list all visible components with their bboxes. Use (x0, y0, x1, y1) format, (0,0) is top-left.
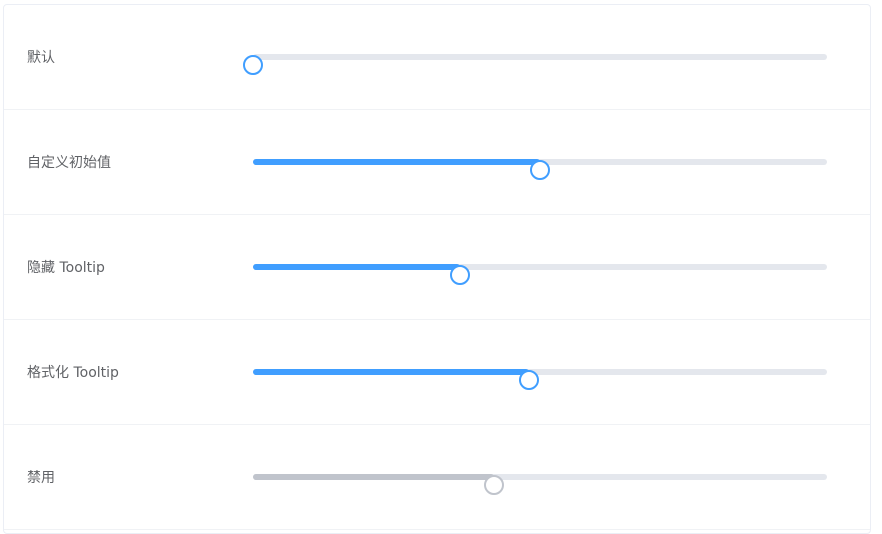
slider-bar (253, 159, 540, 165)
slider-runway[interactable] (243, 54, 827, 75)
slider-label: 自定义初始值 (27, 155, 111, 171)
slider-row-default: 默认 (4, 5, 870, 110)
slider-thumb[interactable] (449, 265, 470, 285)
slider-label: 禁用 (27, 470, 55, 486)
slider-bar (253, 369, 529, 375)
default-slider[interactable] (243, 46, 827, 75)
slider-bar (253, 474, 495, 480)
format-tooltip-slider[interactable] (253, 361, 827, 390)
slider-row-format-tooltip: 格式化 Tooltip (4, 320, 870, 425)
slider-thumb[interactable] (243, 55, 263, 75)
slider-row-disabled: 禁用 (4, 425, 870, 530)
slider-label: 默认 (27, 50, 55, 66)
slider-thumb[interactable] (530, 160, 550, 180)
slider-runway (253, 474, 827, 495)
slider-runway[interactable] (253, 159, 827, 180)
slider-demo-panel: 默认 自定义初始值 隐藏 Tooltip 格式化 Tooltip 禁用 (3, 4, 871, 534)
slider-thumb[interactable] (518, 370, 539, 390)
slider-runway[interactable] (253, 264, 827, 285)
slider-label: 格式化 Tooltip (27, 365, 119, 381)
disabled-slider (253, 466, 827, 495)
slider-row-initial-value: 自定义初始值 (4, 110, 870, 215)
initial-value-slider[interactable] (253, 151, 827, 180)
hide-tooltip-slider[interactable] (253, 256, 827, 285)
slider-row-hide-tooltip: 隐藏 Tooltip (4, 215, 870, 320)
slider-label: 隐藏 Tooltip (27, 260, 105, 276)
slider-runway[interactable] (253, 369, 827, 390)
slider-bar (253, 264, 460, 270)
slider-thumb (484, 475, 505, 495)
